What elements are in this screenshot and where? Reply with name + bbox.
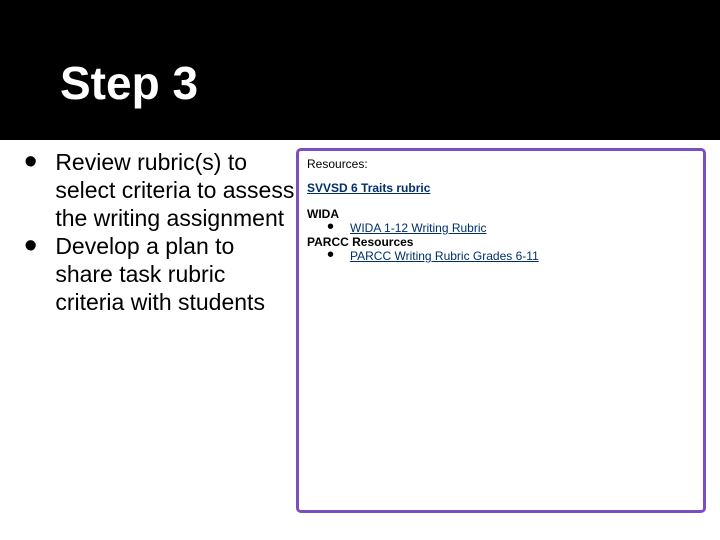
slide: Step 3 • Review rubric(s) to select crit…	[0, 0, 720, 540]
left-column: • Review rubric(s) to select criteria to…	[0, 148, 298, 316]
resources-label: Resources:	[307, 157, 695, 171]
bullet-dot-icon: •	[327, 252, 334, 258]
header-bar: Step 3	[0, 0, 720, 140]
wida-link[interactable]: WIDA 1-12 Writing Rubric	[350, 221, 486, 235]
bullet-item: • Review rubric(s) to select criteria to…	[24, 148, 298, 232]
bullet-text: Develop a plan to share task rubric crit…	[55, 232, 298, 316]
slide-title: Step 3	[60, 56, 198, 110]
sub-bullet-item: • WIDA 1-12 Writing Rubric	[327, 221, 695, 235]
bullet-dot-icon: •	[24, 238, 37, 254]
bullet-item: • Develop a plan to share task rubric cr…	[24, 232, 298, 316]
parcc-link[interactable]: PARCC Writing Rubric Grades 6-11	[350, 249, 539, 263]
bullet-dot-icon: •	[24, 154, 37, 170]
bullet-dot-icon: •	[327, 224, 334, 230]
svvsd-link[interactable]: SVVSD 6 Traits rubric	[307, 181, 695, 195]
wida-label: WIDA	[307, 207, 695, 221]
sub-bullet-item: • PARCC Writing Rubric Grades 6-11	[327, 249, 695, 263]
parcc-label: PARCC Resources	[307, 235, 695, 249]
resources-panel: Resources: SVVSD 6 Traits rubric WIDA • …	[296, 148, 706, 513]
content-area: • Review rubric(s) to select criteria to…	[0, 148, 720, 316]
bullet-text: Review rubric(s) to select criteria to a…	[55, 148, 298, 232]
